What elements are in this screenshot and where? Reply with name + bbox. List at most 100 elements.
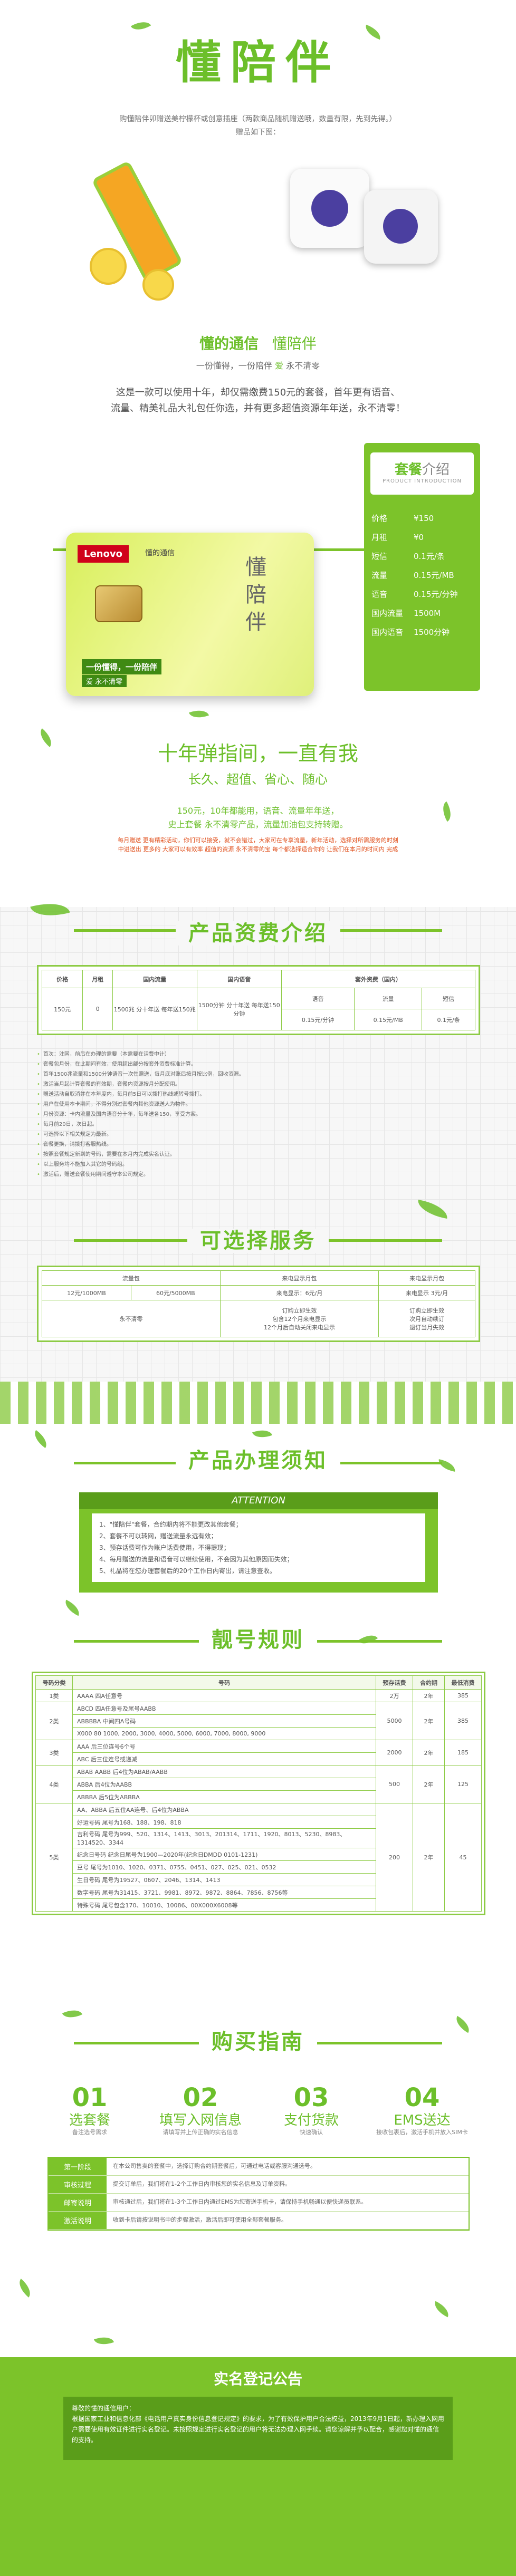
brand-slogan-heart: 爱 <box>274 361 283 371</box>
services-c3: 次月自动续订 <box>409 1315 445 1323</box>
numbers-item: ABC 后三位连号或递减 <box>72 1752 376 1765</box>
step-desc: 接收包裹后，激活手机并放入SIM卡 <box>376 2129 468 2136</box>
numbers-header: 合约期 <box>413 1675 445 1690</box>
step-title: EMS送达 <box>394 2112 451 2128</box>
table-row: 3类 AAA 后三位连号6个号 2000 2年 185 <box>35 1740 482 1765</box>
fees-title: 产品资费介绍 <box>176 921 340 946</box>
note-item: 激活后，赠送套餐使用期间遵守本公司规定。 <box>37 1170 480 1180</box>
package-row-label: 国内语音 <box>371 628 404 637</box>
package-rows: 价格 ¥150 月租 ¥0 短信 0.1元/条 流量 0.15元/MB 语音 0.15元/分钟 国内… <box>371 509 475 642</box>
numbers-term: 2年 <box>413 1765 445 1803</box>
numbers-cat: 5类 <box>35 1803 73 1912</box>
numbers-cat: 2类 <box>35 1702 73 1740</box>
services-c2: 12个月后自动关闭来电显示 <box>263 1324 335 1331</box>
package-row: 流量 0.15元/MB <box>371 566 475 585</box>
fees-cell: 0.15元/MB <box>354 1009 423 1030</box>
notice-item: 2、套餐不可以转网，赠送流量永远有效； <box>99 1532 217 1540</box>
services-title: 可选择服务 <box>187 1229 329 1253</box>
leaf-icon <box>252 1426 273 1442</box>
guide-step: 03 支付货款 快速确认 <box>259 2083 364 2136</box>
services-price: 来电显示：6元/月 <box>219 1285 379 1300</box>
notice-item: 4、每月赠送的流量和语音可以继续使用，不会因为其他原因而失效； <box>99 1556 293 1563</box>
package-row-value: 0.1元/条 <box>414 552 445 561</box>
package-subtitle: PRODUCT INTRODUCTION <box>383 478 462 484</box>
note-item: 首次：注网，前后在办理的需要（本需要在话费中计） <box>37 1049 480 1059</box>
numbers-min: 185 <box>444 1740 482 1765</box>
note-item: 月份资源：卡内流量及国内语音分十年，每年送各150，享受方案。 <box>37 1109 480 1120</box>
numbers-min: 385 <box>444 1702 482 1740</box>
services-c2: 包含12个月来电显示 <box>272 1315 327 1323</box>
step-title: 填写入网信息 <box>159 2112 242 2128</box>
slogan-line-3: 每月赠送 更有精彩活动，你们可以接受，就不会错过，大家可在专享流量，新年活动，选… <box>118 837 398 844</box>
package-panel: 套餐介绍 PRODUCT INTRODUCTION 价格 ¥150 月租 ¥0 短信 0.… <box>364 443 480 691</box>
fees-cell: 1500兆 分十年送 每年送150兆 <box>112 988 197 1030</box>
intro-text: 购懂陪伴卯赠送美柠檬杯或创意插座（两款商品随机赠送哦，数量有限，先到先得。） <box>119 115 397 123</box>
numbers-item: ABBBA 后5位为ABBBA <box>72 1790 376 1803</box>
package-row-value: ¥150 <box>414 514 434 523</box>
table-row: 4类 ABAB AABB 后4位为ABAB/AABB 500 2年 125 <box>35 1765 482 1803</box>
fees-cell: 0.1元/条 <box>422 1009 475 1030</box>
leaf-icon <box>188 706 209 722</box>
numbers-item: AAA 后三位连号6个号 <box>72 1740 376 1753</box>
fees-header: 月租 <box>82 970 113 988</box>
table-row: 5类 AA、ABBA 后五位AA连号、后4位为ABBA 200 2年 45 <box>35 1803 482 1912</box>
numbers-table-wrap: 号码分类 号码 预存话费 合约期 最低消费 1类 AAAA 四A任意号 2万 2年 38… <box>32 1672 485 1915</box>
package-title-2: 介绍 <box>422 462 450 478</box>
numbers-item: 特殊号码 尾号包含170、10010、10086、00X000X6008等 <box>72 1898 376 1912</box>
card-tagline-1: 一份懂得，一份陪伴 <box>82 659 162 674</box>
note-item: 每月前20日，次日起。 <box>37 1120 480 1130</box>
leaf-icon <box>62 2005 83 2022</box>
numbers-item: 好运号码 尾号为168、188、198、818 <box>72 1816 376 1829</box>
realname-body: 根据国家工业和信息化部《电话用户真实身份信息登记规定》的要求，为了有效保护用户合… <box>72 2415 444 2444</box>
guide-row: 审核过程 提交订单后，我们将在1-2个工作日内审核您的实名信息及订单资料。 <box>49 2176 469 2194</box>
numbers-fee: 200 <box>376 1803 413 1912</box>
note-item: 赠送活动自取消并在本年度内，每月前5日可以拨打热线或转号拨打。 <box>37 1089 480 1099</box>
services-c3: 退订当月失效 <box>409 1324 445 1331</box>
guide-row: 邮寄说明 审核通过后，我们将在1-3个工作日内通过EMS为您寄送手机卡，请保持手机… <box>49 2194 469 2212</box>
services-option: 12元/1000MB <box>42 1285 131 1300</box>
note-item: 用户在使用本卡期间，不得分别过套餐内其他资源送人为物件。 <box>37 1099 480 1109</box>
notice-box: ATTENTION 1、"懂陪伴"套餐，合约期内将不能更改其他套餐； 2、套餐不可… <box>79 1492 438 1593</box>
card-section: Lenovo 懂的通信 懂陪伴 一份懂得，一份陪伴 爱 永不清零 套餐介绍 PR… <box>0 438 516 696</box>
package-row: 价格 ¥150 <box>371 509 475 528</box>
fees-cell: 0.15元/分钟 <box>281 1009 355 1030</box>
fees-subheader: 语音 <box>281 988 355 1009</box>
step-desc: 备注选号需求 <box>72 2129 107 2136</box>
notes-list: 首次：注网，前后在办理的需要（本需要在话费中计）套餐包月份，在此期间有效，使用超… <box>37 1049 480 1180</box>
services-c3: 订购立即生效 <box>409 1307 445 1314</box>
numbers-fee: 500 <box>376 1765 413 1803</box>
guide-title: 购买指南 <box>199 2030 317 2054</box>
power-cube-image <box>274 137 438 295</box>
package-row-label: 流量 <box>371 571 388 580</box>
package-row: 月租 ¥0 <box>371 528 475 547</box>
guide-section: 购买指南 01 选套餐 备注选号需求 02 填写入网信息 请填写并上传正确的实名信息 03 支… <box>0 1988 516 2273</box>
package-row: 国内流量 1500M <box>371 604 475 623</box>
notice-item: 1、"懂陪伴"套餐，合约期内将不能更改其他套餐； <box>99 1521 242 1528</box>
package-row-value: 1500M <box>414 609 441 618</box>
guide-row-label: 审核过程 <box>49 2176 107 2193</box>
numbers-item: AA、ABBA 后五位AA连号、后4位为ABBA <box>72 1803 376 1816</box>
step-desc: 快速确认 <box>300 2129 323 2136</box>
fees-header: 价格 <box>41 970 83 988</box>
numbers-item: 数字号码 尾号为31415、3721、9981、8972、9872、8864、7… <box>72 1886 376 1899</box>
package-row-label: 价格 <box>371 514 388 523</box>
fees-header: 国内语音 <box>196 970 282 988</box>
services-price: 来电显示 3元/月 <box>378 1285 475 1300</box>
numbers-table: 号码分类 号码 预存话费 合约期 最低消费 1类 AAAA 四A任意号 2万 2年 38… <box>35 1675 482 1912</box>
numbers-term: 2年 <box>413 1702 445 1740</box>
services-header: 来电显示月包 <box>378 1270 475 1286</box>
brand-desc-2: 流量、精美礼品大礼包任你选，并有更多超值资源年年送，永不清零！ <box>111 403 405 414</box>
guide-steps: 01 选套餐 备注选号需求 02 填写入网信息 请填写并上传正确的实名信息 03 支付货款 快速… <box>37 2083 480 2141</box>
numbers-cat: 1类 <box>35 1689 73 1702</box>
numbers-term: 2年 <box>413 1803 445 1912</box>
package-row-label: 国内流量 <box>371 609 404 618</box>
leaf-icon <box>15 2279 35 2298</box>
numbers-item: ABBBBA 中间四A号码 <box>72 1714 376 1728</box>
table-row: 2类 ABCD 四A任意号及尾号AABB 5000 2年 385 <box>35 1702 482 1740</box>
numbers-item: ABCD 四A任意号及尾号AABB <box>72 1702 376 1715</box>
brand-slogan-b: 永不清零 <box>286 361 320 371</box>
realname-lead: 尊敬的懂的通信用户： <box>72 2405 136 2412</box>
numbers-term: 2年 <box>413 1740 445 1765</box>
guide-row: 第一阶段 在本公司售卖的套餐中，选择订购合约期套餐后，可通过电话或客服沟通选号。 <box>49 2158 469 2176</box>
package-header: 套餐介绍 PRODUCT INTRODUCTION <box>370 452 474 495</box>
